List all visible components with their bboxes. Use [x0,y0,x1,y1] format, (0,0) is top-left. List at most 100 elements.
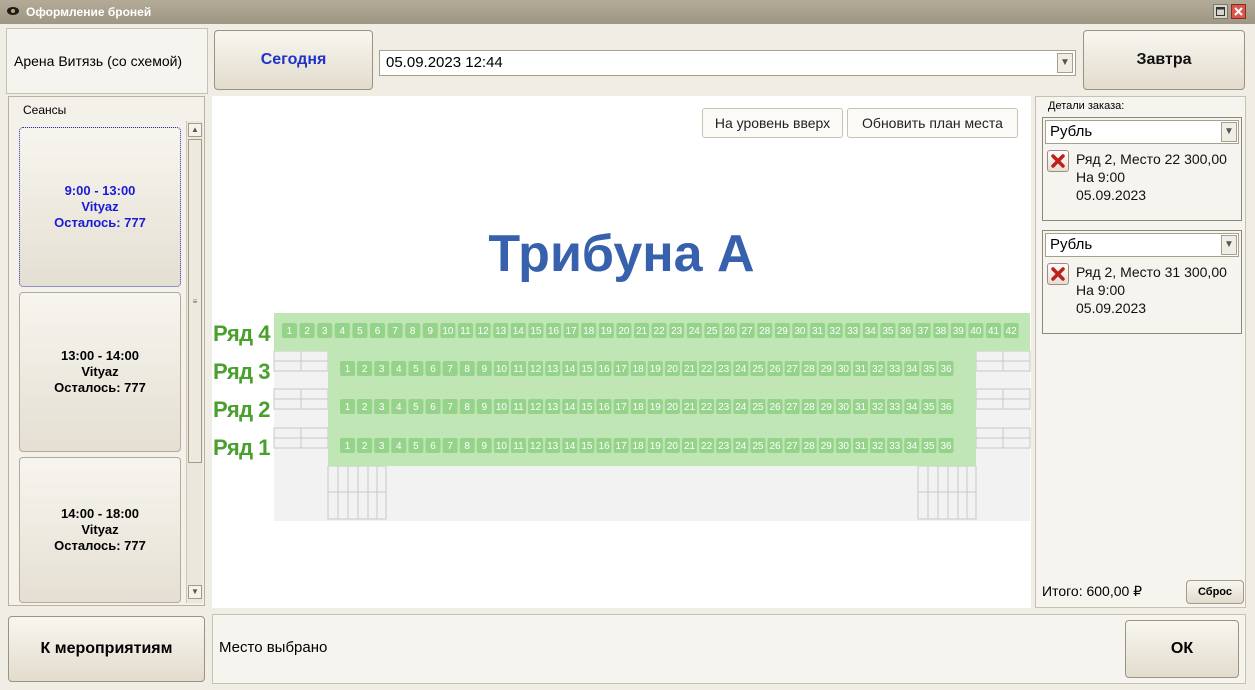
seat-number: 8 [464,364,470,375]
order-time: На 9:00 [1076,169,1126,185]
remove-icon [1051,267,1065,281]
close-button[interactable] [1231,4,1246,19]
seat-number: 23 [718,364,730,375]
seat-number: 35 [882,326,894,337]
reset-button[interactable]: Сброс [1186,580,1244,604]
order-total: Итого: 600,00 ₽ [1042,583,1143,599]
seat-number: 8 [410,326,416,337]
seat-number: 20 [667,441,679,452]
seat-number: 6 [430,364,436,375]
seat-number: 15 [530,326,542,337]
chevron-down-icon[interactable]: ▼ [1221,235,1237,255]
seat-number: 40 [970,326,982,337]
seat-number: 30 [838,364,850,375]
seat-number: 34 [865,326,877,337]
seat-number: 26 [769,402,781,413]
seat-number: 7 [447,441,453,452]
seat-number: 16 [598,402,610,413]
seat-number: 5 [413,402,419,413]
seat-number: 18 [633,364,645,375]
seat-number: 9 [482,441,488,452]
chevron-down-icon[interactable]: ▼ [1057,53,1073,73]
seating-plan: На уровень вверх Обновить план места Три… [212,96,1031,608]
seat-number: 2 [304,326,310,337]
seat-number: 13 [547,364,559,375]
seat-number: 8 [464,402,470,413]
remove-icon [1051,154,1065,168]
seat-number: 37 [918,326,930,337]
seat-number: 24 [735,364,747,375]
seat-number: 4 [396,441,402,452]
seat-number: 22 [701,364,713,375]
seat-number: 3 [379,402,385,413]
seat-number: 1 [345,402,351,413]
status-text: Место выбрано [219,639,328,656]
seat-number: 11 [513,402,524,413]
scroll-down-icon[interactable]: ▼ [188,585,202,599]
seat-number: 36 [900,326,912,337]
session-item[interactable]: 14:00 - 18:00 Vityaz Осталось: 777 [19,457,181,603]
seat-number: 13 [547,441,559,452]
seat-number: 30 [838,441,850,452]
scroll-up-icon[interactable]: ▲ [188,123,202,137]
order-item-text: Ряд 2, Место 31 300,00 На 9:00 05.09.202… [1076,263,1227,317]
seat-number: 11 [513,441,524,452]
seat-number: 4 [340,326,346,337]
tomorrow-button[interactable]: Завтра [1083,30,1245,90]
currency-select[interactable]: Рубль ▼ [1045,120,1239,144]
seat-number: 29 [821,402,833,413]
date-select[interactable]: 05.09.2023 12:44 ▼ [379,50,1076,76]
seat-number: 14 [513,326,525,337]
currency-select[interactable]: Рубль ▼ [1045,233,1239,257]
seat-number: 20 [618,326,630,337]
remove-item-button[interactable] [1047,150,1069,172]
session-remaining: Осталось: 777 [54,380,146,395]
sessions-scrollbar[interactable]: ▲ ≡ ▼ [186,121,203,603]
seat-number: 27 [742,326,754,337]
seat-number: 25 [752,441,764,452]
seat-number: 14 [564,402,576,413]
seat-number: 38 [935,326,947,337]
currency-value: Рубль [1050,236,1093,253]
remove-item-button[interactable] [1047,263,1069,285]
seat-number: 42 [1006,326,1018,337]
chevron-down-icon[interactable]: ▼ [1221,122,1237,142]
seat-number: 18 [633,441,645,452]
maximize-button[interactable] [1213,4,1228,19]
seat-number: 36 [940,364,952,375]
seat-number: 28 [804,441,816,452]
session-item[interactable]: 9:00 - 13:00 Vityaz Осталось: 777 [19,127,181,287]
to-events-button[interactable]: К мероприятиям [8,616,205,682]
session-remaining: Осталось: 777 [54,538,146,553]
seat-number: 3 [322,326,328,337]
eye-icon [7,7,19,15]
session-item[interactable]: 13:00 - 14:00 Vityaz Осталось: 777 [19,292,181,452]
ok-button[interactable]: ОК [1125,620,1239,678]
scroll-thumb[interactable]: ≡ [188,139,202,463]
seat-number: 1 [345,441,351,452]
seat-number: 16 [598,441,610,452]
seat-number: 20 [667,402,679,413]
seat-number: 12 [478,326,490,337]
seat-number: 33 [889,402,901,413]
seat-number: 5 [413,441,419,452]
seat-number: 32 [830,326,842,337]
seat-number: 8 [464,441,470,452]
sessions-header: Сеансы [23,103,67,117]
order-time: На 9:00 [1076,282,1126,298]
seat-number: 17 [616,364,628,375]
window-title: Оформление броней [26,5,152,19]
seat-number: 19 [601,326,613,337]
seat-number: 35 [923,364,935,375]
seat-number: 34 [906,402,918,413]
seat-number: 32 [872,441,884,452]
today-button[interactable]: Сегодня [214,30,373,90]
seat-number: 2 [362,402,368,413]
date-value: 05.09.2023 12:44 [386,54,503,71]
seat-number: 21 [684,441,696,452]
seat-number: 35 [923,402,935,413]
order-seat: Ряд 2, Место 22 300,00 [1076,151,1227,167]
seat-number: 12 [530,441,542,452]
seat-number: 4 [396,364,402,375]
seat-number: 15 [581,364,593,375]
